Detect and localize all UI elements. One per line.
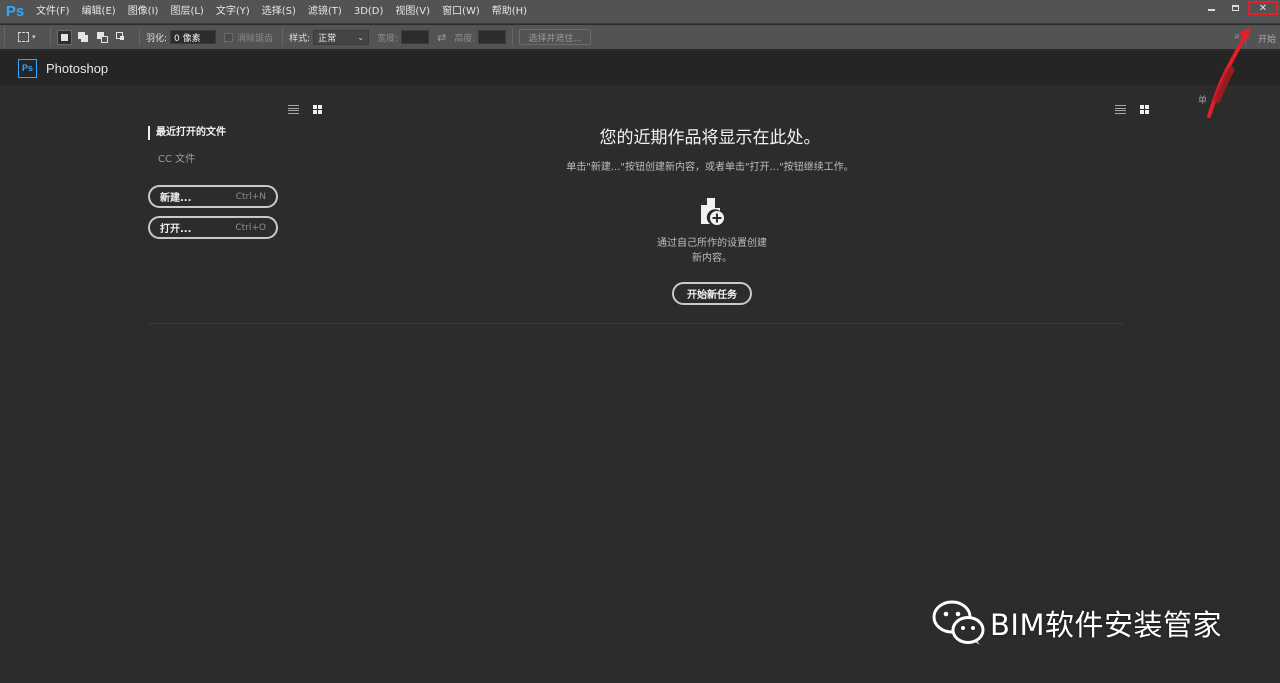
menu-select[interactable]: 选择(S) (256, 0, 302, 24)
grid-view-icon[interactable] (313, 105, 322, 114)
chevron-down-icon: ⌄ (357, 32, 365, 42)
open-file-label: 打开... (160, 224, 192, 235)
workspace-label[interactable]: 开始 (1258, 32, 1276, 45)
intersect-selection-icon-part (120, 35, 124, 40)
annotation-arrow-icon (1207, 28, 1251, 118)
new-file-shortcut: Ctrl+N (235, 191, 266, 202)
menu-view[interactable]: 视图(V) (389, 0, 436, 24)
cc-files-tab[interactable]: CC 文件 (148, 150, 288, 165)
watermark-text: BIM软件安装管家 (990, 608, 1222, 642)
brand-bar: Ps Photoshop (0, 51, 1280, 85)
recent-files-tab[interactable]: 最近打开的文件 (148, 126, 288, 140)
feather-input[interactable]: 0 像素 (170, 30, 217, 44)
annotation-partial-text: 单 (1198, 96, 1208, 106)
antialias-checkbox[interactable] (224, 32, 234, 42)
new-content-description: 通过自己所作的设置创建 新内容。 (612, 236, 812, 266)
style-select-value: 正常 (318, 33, 337, 44)
menu-filter[interactable]: 滤镜(T) (302, 0, 348, 24)
width-label: 宽度: (377, 33, 399, 44)
divider (148, 323, 1124, 324)
marquee-tool-preset[interactable]: ▾ (18, 28, 44, 46)
style-select[interactable]: 正常 ⌄ (313, 29, 370, 45)
new-file-button[interactable]: 新建... Ctrl+N (148, 185, 278, 208)
list-view-icon[interactable] (1115, 105, 1126, 114)
separator (50, 28, 51, 46)
select-and-mask-button[interactable]: 选择并遮住... (519, 29, 592, 45)
options-grip[interactable] (4, 28, 12, 46)
watermark: BIM软件安装管家 (932, 600, 1222, 646)
hero-title: 您的近期作品将显示在此处。 (599, 128, 821, 148)
close-icon: ✕ (1258, 2, 1268, 14)
left-view-toggle (288, 105, 322, 114)
new-content-description-line2: 新内容。 (692, 253, 732, 264)
separator (139, 28, 140, 46)
new-file-label: 新建... (160, 193, 192, 204)
antialias-label: 消除锯齿 (237, 33, 274, 44)
chevron-down-icon: ▾ (32, 33, 36, 41)
menu-layer[interactable]: 图层(L) (164, 0, 209, 24)
open-file-button[interactable]: 打开... Ctrl+O (148, 216, 278, 239)
app-logo: Ps (5, 3, 25, 20)
new-selection-button[interactable] (57, 29, 72, 45)
menu-3d[interactable]: 3D(D) (348, 0, 390, 24)
right-view-toggle (1115, 105, 1149, 114)
minimize-button[interactable] (1200, 1, 1222, 15)
photoshop-logo-icon: Ps (18, 58, 37, 78)
close-button[interactable]: ✕ (1248, 1, 1278, 15)
open-file-shortcut: Ctrl+O (235, 222, 266, 233)
app-title: Photoshop (46, 60, 109, 76)
start-sidebar: 最近打开的文件 CC 文件 新建... Ctrl+N 打开... Ctrl+O (148, 126, 288, 239)
new-content-description-line1: 通过自己所作的设置创建 (657, 238, 767, 249)
wechat-icon (932, 600, 985, 645)
intersect-selection-button[interactable] (114, 30, 129, 45)
options-bar: ▾ 羽化: 0 像素 消除锯齿 样式: 正常 ⌄ 宽度: ⇄ 高度: 选择并遮住… (0, 25, 1280, 50)
maximize-icon (1231, 5, 1239, 11)
subtract-selection-button[interactable] (95, 30, 110, 45)
new-document-icon[interactable] (698, 197, 726, 227)
separator (512, 28, 514, 46)
menu-bar: Ps 文件(F) 编辑(E) 图像(I) 图层(L) 文字(Y) 选择(S) 滤… (0, 0, 1280, 24)
subtract-selection-icon-part (101, 35, 108, 43)
width-input[interactable] (401, 30, 430, 44)
marquee-icon (18, 32, 29, 42)
list-view-icon[interactable] (288, 105, 299, 114)
hero-subtitle: 单击"新建..."按钮创建新内容，或者单击"打开..."按钮继续工作。 (566, 162, 854, 173)
menu-type[interactable]: 文字(Y) (210, 0, 256, 24)
start-new-task-button[interactable]: 开始新任务 (672, 282, 752, 305)
grid-view-icon[interactable] (1140, 105, 1149, 114)
minimize-icon (1207, 9, 1215, 11)
new-selection-icon (61, 33, 68, 41)
style-label: 样式: (289, 33, 311, 44)
menu-image[interactable]: 图像(I) (122, 0, 165, 24)
menu-edit[interactable]: 编辑(E) (76, 0, 122, 24)
window-controls: ✕ (1198, 1, 1278, 17)
menu-file[interactable]: 文件(F) (30, 0, 76, 24)
maximize-button[interactable] (1224, 1, 1246, 15)
separator (282, 28, 284, 46)
add-selection-button[interactable] (76, 30, 91, 45)
height-input[interactable] (478, 30, 507, 44)
height-label: 高度: (454, 33, 476, 44)
swap-icon[interactable]: ⇄ (437, 31, 446, 44)
add-selection-icon-part (81, 34, 88, 42)
feather-label: 羽化: (146, 33, 168, 44)
menu-help[interactable]: 帮助(H) (486, 0, 533, 24)
menu-window[interactable]: 窗口(W) (436, 0, 486, 24)
